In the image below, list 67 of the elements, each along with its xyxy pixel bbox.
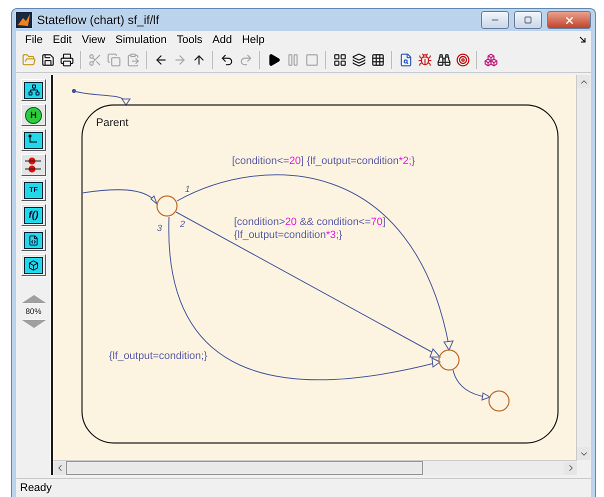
function-tool[interactable]: f() — [21, 204, 46, 226]
default-transition-tool[interactable] — [21, 129, 46, 151]
document-icon — [28, 234, 39, 246]
close-icon — [564, 14, 574, 26]
junction — [488, 390, 510, 412]
menu-item[interactable]: Tools — [172, 34, 208, 46]
binoculars-icon — [436, 53, 450, 67]
corner-arrow-icon[interactable] — [579, 36, 587, 44]
minimize-button[interactable] — [481, 11, 509, 29]
magnifier-document-icon — [398, 53, 412, 67]
up-triangle-icon — [20, 294, 46, 304]
scroll-right-button[interactable] — [564, 462, 577, 474]
status-text: Ready — [20, 482, 52, 494]
layers-icon — [352, 53, 366, 67]
cube-icon — [28, 260, 39, 270]
transition-order: 1 — [185, 184, 190, 194]
state-tool[interactable] — [21, 79, 46, 101]
maximize-button[interactable] — [514, 11, 542, 29]
menu-item[interactable]: File — [20, 34, 48, 46]
stop-icon — [304, 53, 318, 67]
transition-label: [condition>20 && condition<=70] {lf_output=condition*3;} — [234, 216, 386, 241]
box-tool[interactable] — [21, 254, 46, 276]
pause-icon — [286, 53, 300, 67]
left-arrow-icon — [154, 53, 168, 67]
scissors-icon — [88, 53, 102, 67]
printer-icon — [60, 53, 74, 67]
blocks-icon — [484, 53, 498, 67]
target-icon — [456, 53, 470, 67]
undo-icon — [220, 53, 234, 67]
window-title: Stateflow (chart) sf_if/lf — [37, 13, 160, 27]
grid-icon — [370, 53, 384, 67]
right-arrow-icon — [172, 53, 186, 67]
junction — [156, 195, 178, 217]
menu-item[interactable]: Add — [207, 34, 237, 46]
junction-icon — [24, 156, 44, 174]
document-tool[interactable] — [21, 229, 46, 251]
scroll-up-button[interactable] — [577, 75, 590, 88]
transition-order: 3 — [157, 223, 162, 233]
junction-tool[interactable] — [21, 154, 46, 176]
junction — [438, 349, 460, 371]
folder-icon — [22, 53, 36, 67]
play-icon — [266, 53, 280, 67]
transition-label: [condition<=20] {lf_output=condition*2;} — [232, 155, 416, 167]
hierarchy-icon — [28, 84, 40, 96]
redo-icon — [238, 53, 252, 67]
paste-icon — [126, 53, 140, 67]
app-logo-icon — [16, 12, 32, 28]
menu-item[interactable]: Simulation — [110, 34, 172, 46]
history-junction-tool[interactable]: H — [21, 104, 46, 126]
menu-item[interactable]: Help — [236, 34, 270, 46]
transition-order: 2 — [180, 219, 186, 229]
maximize-icon — [524, 16, 532, 24]
scroll-left-button[interactable] — [53, 462, 66, 474]
grid-icon — [332, 53, 346, 67]
menu-item[interactable]: Edit — [48, 34, 77, 46]
transition-arrow — [452, 370, 492, 401]
default-transition — [72, 89, 131, 106]
close-button[interactable] — [547, 11, 591, 29]
scroll-down-button[interactable] — [577, 447, 590, 460]
state-name: Parent — [96, 117, 128, 129]
down-triangle-icon — [20, 319, 46, 329]
copy-icon — [106, 53, 120, 67]
scrollbar-thumb[interactable] — [66, 461, 423, 475]
bug-icon — [418, 53, 432, 67]
zoom-level: 80% — [25, 307, 42, 316]
menu-item[interactable]: View — [76, 34, 110, 46]
transition-label: {lf_output=condition;} — [109, 350, 208, 362]
